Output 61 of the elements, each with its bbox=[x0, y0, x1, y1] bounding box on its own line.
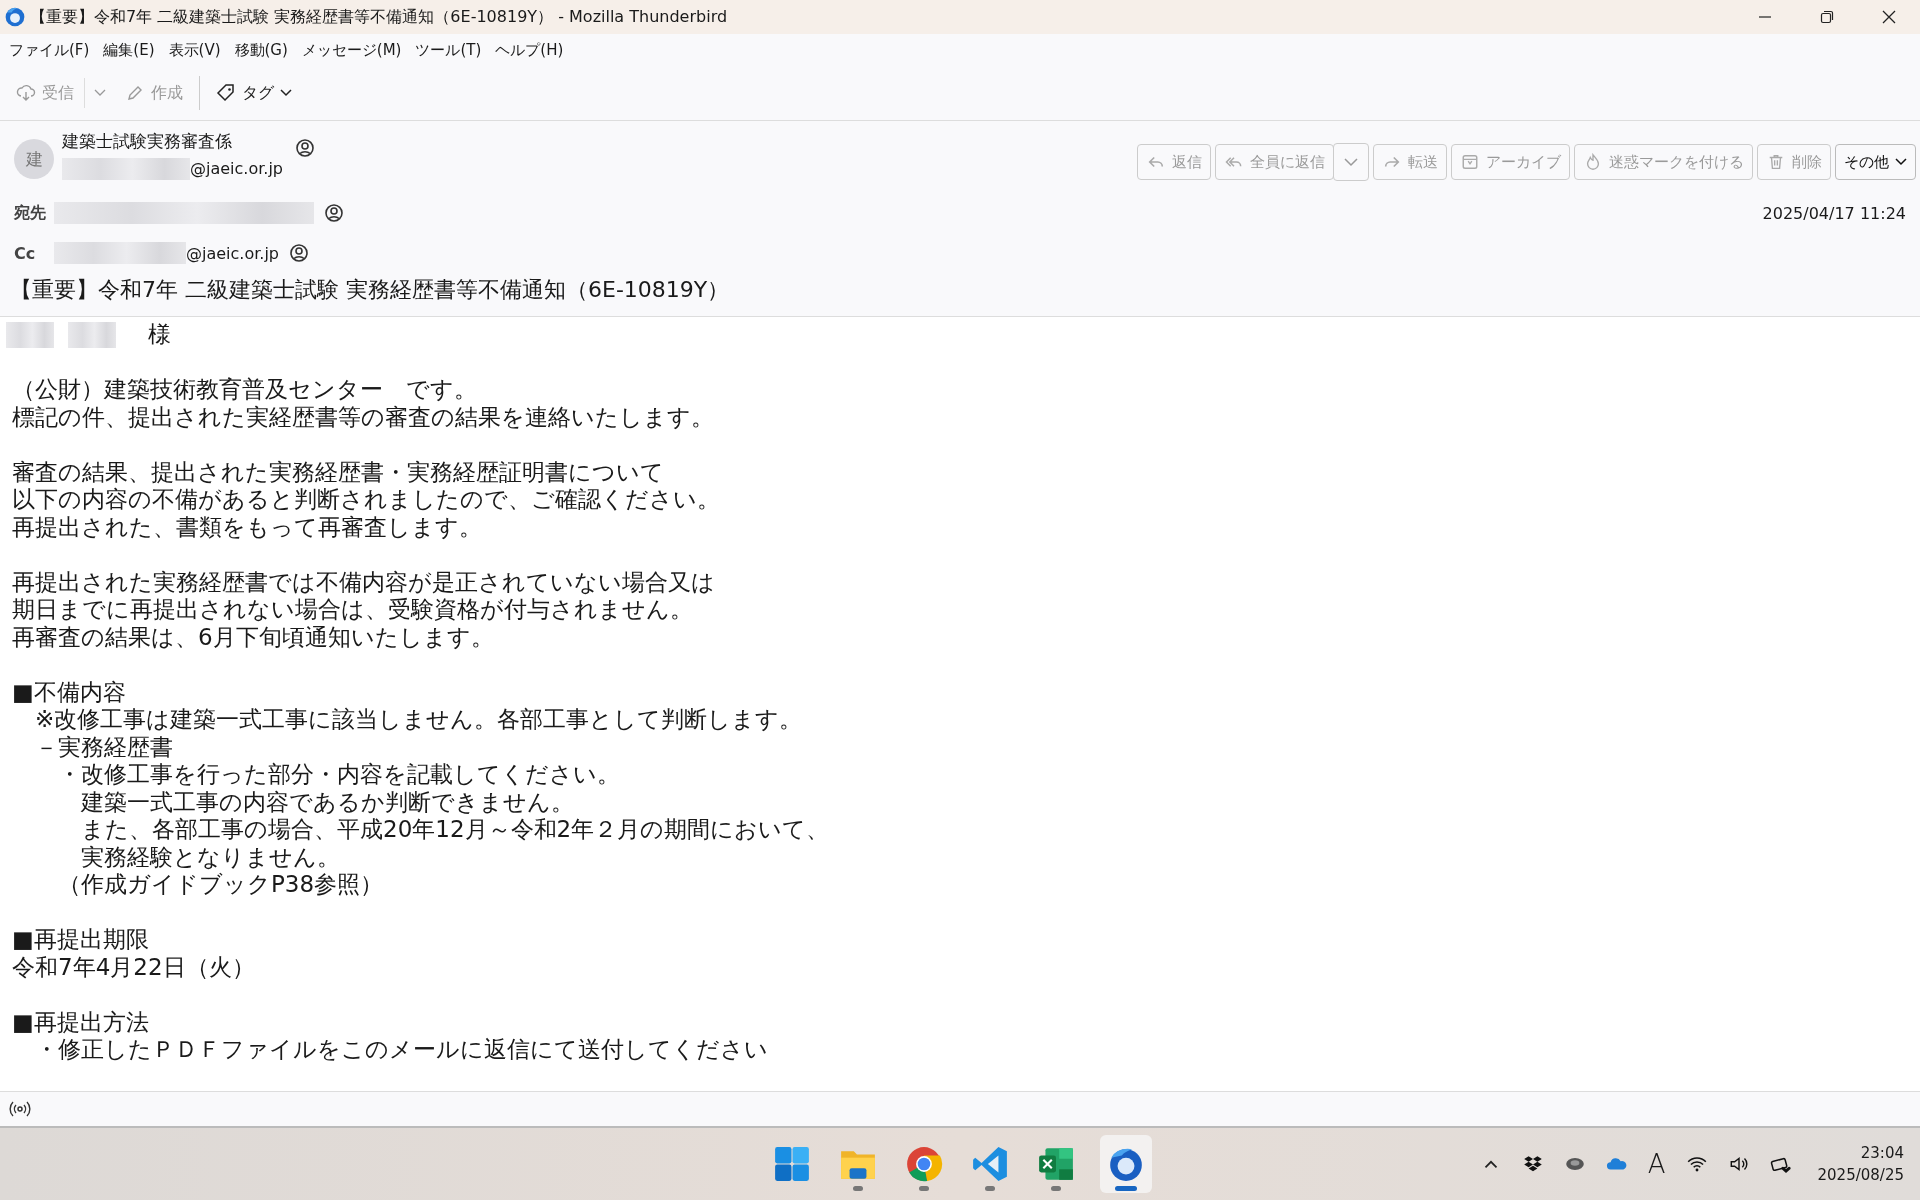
menu-item[interactable]: 移動(G) bbox=[234, 40, 288, 60]
body-text-line: （公財）建築技術教育普及センター です。 bbox=[12, 376, 478, 404]
message-date: 2025/04/17 11:24 bbox=[1762, 203, 1907, 223]
body-text-line: 令和7年4月22日（火） bbox=[12, 953, 256, 981]
body-text-line: 建築一式工事の内容であるか判断できません。 bbox=[80, 788, 575, 816]
body-text-line: 審査の結果、提出された実務経歴書・実務経歴証明書について bbox=[12, 458, 665, 486]
field-label: Cc bbox=[14, 243, 37, 263]
menu-item[interactable]: 表示(V) bbox=[168, 40, 221, 60]
menu-item[interactable]: メッセージ(M) bbox=[301, 40, 402, 60]
message-subject: 【重要】令和7年 二級建築士試験 実務経歴書等不備通知（6E-10819Y） bbox=[10, 276, 731, 304]
window-title: 【重要】令和7年 二級建築士試験 実務経歴書等不備通知（6E-10819Y） - Mozilla Thunderbird bbox=[30, 6, 728, 28]
body-text-line: ■不備内容 bbox=[12, 678, 127, 706]
contact-icon[interactable] bbox=[324, 203, 344, 223]
body-text-line: 再提出された、書類をもって再審査します。 bbox=[12, 513, 483, 541]
spreadsheet-icon bbox=[1037, 1145, 1075, 1183]
body-text-line: ・改修工事を行った部分・内容を記載してください。 bbox=[57, 761, 621, 789]
sender-address: @jaeic.or.jp bbox=[190, 158, 283, 180]
body-text-line: （作成ガイドブックP38参照） bbox=[57, 871, 385, 899]
menu-item[interactable]: ファイル(F) bbox=[9, 40, 90, 60]
taskbar-app[interactable] bbox=[1100, 1135, 1152, 1193]
redacted-name bbox=[6, 321, 54, 348]
online-status-icon[interactable] bbox=[8, 1099, 32, 1119]
archive-box-icon bbox=[1460, 153, 1480, 171]
body-text-line: ・修正したＰＤＦファイルをこのメールに返信にて送付してください bbox=[34, 1036, 769, 1064]
cloud-download-icon bbox=[16, 83, 36, 103]
contact-icon[interactable] bbox=[289, 243, 309, 263]
app-icon bbox=[4, 6, 26, 28]
toolbar-button[interactable]: タグ bbox=[210, 78, 298, 108]
body-text-line: 実務経験となりません。 bbox=[80, 843, 341, 871]
browser-icon bbox=[905, 1145, 943, 1183]
close-icon[interactable] bbox=[1882, 10, 1896, 24]
tag-icon bbox=[216, 83, 236, 103]
chevron-down-icon bbox=[1895, 158, 1907, 166]
body-text-line: 標記の件、提出された実経歴書等の審査の結果を連絡いたします。 bbox=[12, 403, 715, 431]
body-text-line: －実務経歴書 bbox=[34, 733, 174, 761]
body-text-line: ■再提出期限 bbox=[12, 926, 150, 954]
chevron-down-icon bbox=[280, 89, 292, 97]
redacted-name bbox=[68, 321, 116, 348]
code-editor-icon bbox=[971, 1145, 1009, 1183]
sender-name: 建築士試験実務審査係 bbox=[62, 130, 233, 153]
clock-time[interactable]: 23:04 bbox=[1860, 1142, 1904, 1164]
action-button[interactable]: その他 bbox=[1835, 144, 1916, 180]
start-icon bbox=[773, 1145, 811, 1183]
body-text-line: また、各部工事の場合、平成20年12月～令和2年２月の期間において、 bbox=[80, 816, 831, 844]
body-text-line: ■再提出方法 bbox=[12, 1008, 150, 1036]
avatar: 建 bbox=[14, 139, 54, 179]
body-text-line: 以下の内容の不備があると判断されましたので、ご確認ください。 bbox=[12, 486, 721, 514]
menu-item[interactable]: ツール(T) bbox=[415, 40, 482, 60]
body-text-line: 再提出された実務経歴書では不備内容が是正されていない場合又は bbox=[12, 568, 716, 596]
body-text-line: ※改修工事は建築一式工事に該当しません。各部工事として判断します。 bbox=[34, 706, 804, 734]
field-label: 宛先 bbox=[14, 202, 47, 224]
clock-date[interactable]: 2025/08/25 bbox=[1817, 1164, 1904, 1186]
menu-item[interactable]: ヘルプ(H) bbox=[495, 40, 564, 60]
body-text-line: 期日までに再提出されない場合は、受験資格が付与されません。 bbox=[12, 596, 694, 624]
menu-item[interactable]: 編集(E) bbox=[103, 40, 155, 60]
cc-address: @jaeic.or.jp bbox=[186, 243, 279, 263]
restore-icon[interactable] bbox=[1820, 10, 1834, 24]
contact-icon[interactable] bbox=[295, 138, 315, 158]
body-text-line: 再審査の結果は、6月下旬頃通知いたします。 bbox=[12, 623, 495, 651]
salutation: 様 bbox=[148, 321, 171, 349]
ime-indicator[interactable]: A bbox=[1647, 1149, 1666, 1179]
